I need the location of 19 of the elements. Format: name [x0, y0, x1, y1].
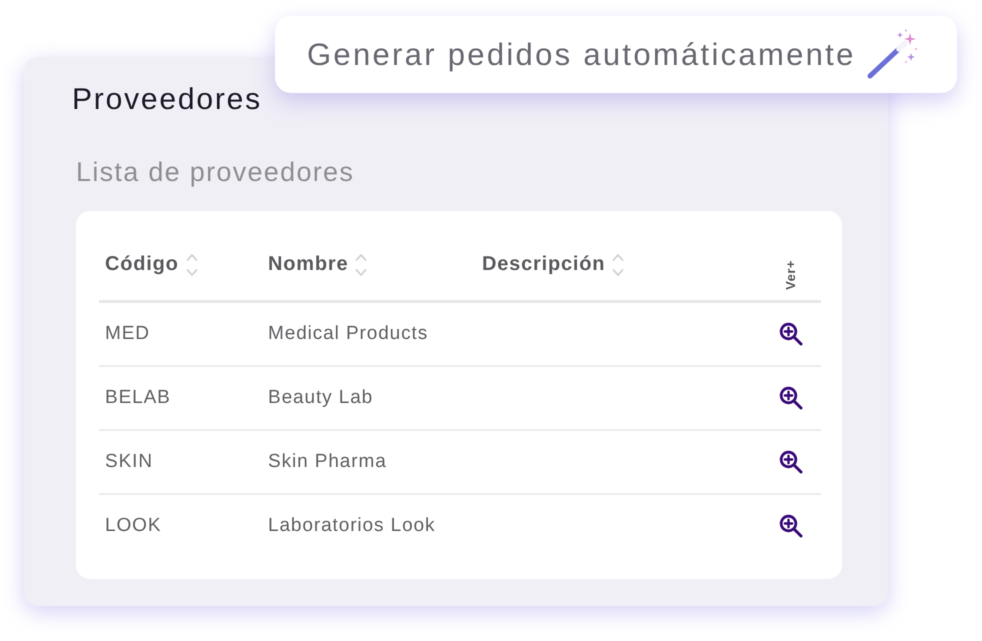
table-cell: BELAB: [105, 387, 171, 409]
table-cell: MED: [105, 323, 150, 345]
column-header: Ver+: [783, 260, 798, 290]
table-cell: Laboratorios Look: [268, 515, 436, 537]
column-header: Nombre: [268, 253, 348, 276]
table-cell: SKIN: [105, 451, 153, 473]
table-cell: Medical Products: [268, 323, 428, 345]
zoom-in-icon[interactable]: [778, 386, 802, 410]
table-cell: LOOK: [105, 515, 162, 537]
column-header: Código: [105, 253, 179, 276]
zoom-in-icon[interactable]: [778, 514, 802, 538]
table-cell: Skin Pharma: [268, 451, 387, 473]
generate-orders-button[interactable]: Generar pedidos automáticamente: [275, 16, 957, 93]
zoom-in-icon[interactable]: [778, 450, 802, 474]
table-cell: Beauty Lab: [268, 387, 374, 409]
panel-subtitle: Lista de proveedores: [76, 156, 354, 189]
column-header: Descripción: [482, 253, 606, 276]
zoom-in-icon[interactable]: [778, 322, 802, 346]
panel-title: Proveedores: [72, 83, 262, 117]
